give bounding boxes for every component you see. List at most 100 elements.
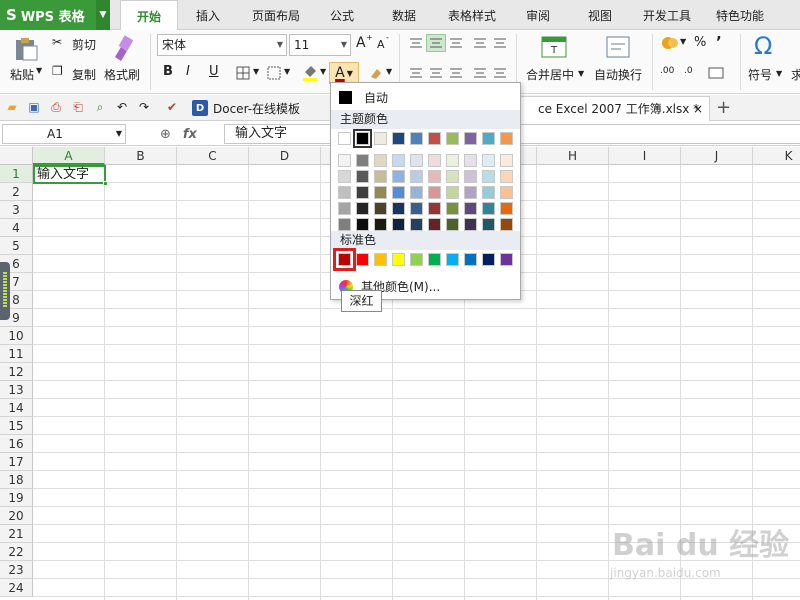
row-header-10[interactable]: 10 [0, 327, 33, 345]
theme-shade-swatch[interactable] [374, 218, 387, 231]
row-header-20[interactable]: 20 [0, 507, 33, 525]
theme-shade-swatch[interactable] [482, 186, 495, 199]
tab-docer[interactable]: D Docer-在线模板 [186, 96, 306, 120]
align-top-icon[interactable] [406, 34, 426, 52]
theme-shade-swatch[interactable] [356, 186, 369, 199]
column-header-j[interactable]: J [681, 147, 753, 165]
align-left-icon[interactable] [406, 64, 426, 82]
theme-shade-swatch[interactable] [392, 202, 405, 215]
theme-shade-swatch[interactable] [446, 170, 459, 183]
theme-shade-swatch[interactable] [338, 218, 351, 231]
theme-shade-swatch[interactable] [356, 202, 369, 215]
theme-shade-swatch[interactable] [464, 186, 477, 199]
column-header-c[interactable]: C [177, 147, 249, 165]
open-folder-icon[interactable]: ▰ [4, 99, 20, 115]
theme-color-swatch[interactable] [392, 132, 405, 145]
tab-3[interactable]: 公式 [330, 0, 354, 30]
row-header-5[interactable]: 5 [0, 237, 33, 255]
align-right-icon[interactable] [446, 64, 466, 82]
theme-color-swatch[interactable] [353, 129, 372, 148]
column-header-k[interactable]: K [753, 147, 800, 165]
active-cell-a1[interactable]: 输入文字 [33, 165, 108, 186]
font-color-button[interactable]: A ▼ [329, 62, 359, 84]
border-icon[interactable] [233, 64, 253, 82]
theme-shade-swatch[interactable] [374, 170, 387, 183]
symbol-button[interactable]: 符号 [748, 66, 772, 83]
theme-shade-swatch[interactable] [338, 202, 351, 215]
tab-2[interactable]: 页面布局 [252, 0, 300, 30]
theme-color-swatch[interactable] [374, 132, 387, 145]
theme-shade-swatch[interactable] [482, 170, 495, 183]
tab-5[interactable]: 表格样式 [448, 0, 496, 30]
theme-shade-swatch[interactable] [500, 218, 513, 231]
chevron-down-icon[interactable]: ▼ [284, 67, 290, 76]
theme-shade-swatch[interactable] [374, 186, 387, 199]
theme-shade-swatch[interactable] [482, 218, 495, 231]
side-panel-handle[interactable] [0, 262, 10, 320]
theme-color-swatch[interactable] [338, 132, 351, 145]
row-header-23[interactable]: 23 [0, 561, 33, 579]
theme-shade-swatch[interactable] [464, 154, 477, 167]
theme-shade-swatch[interactable] [410, 170, 423, 183]
theme-shade-swatch[interactable] [338, 170, 351, 183]
wrap-text-icon[interactable] [604, 34, 632, 60]
column-header-b[interactable]: B [105, 147, 177, 165]
theme-shade-swatch[interactable] [428, 186, 441, 199]
theme-shade-swatch[interactable] [428, 170, 441, 183]
row-header-14[interactable]: 14 [0, 399, 33, 417]
merge-center-button[interactable]: 合并居中 [526, 66, 574, 83]
standard-color-swatch[interactable] [428, 253, 441, 266]
tab-8[interactable]: 开发工具 [643, 0, 691, 30]
standard-color-dark-red[interactable] [333, 248, 356, 271]
theme-shade-swatch[interactable] [356, 170, 369, 183]
paste-label[interactable]: 粘贴 [10, 66, 34, 83]
theme-shade-swatch[interactable] [428, 154, 441, 167]
theme-shade-swatch[interactable] [410, 202, 423, 215]
chevron-down-icon[interactable]: ▼ [96, 0, 110, 30]
font-name-select[interactable]: 宋体 ▼ [157, 34, 287, 56]
tab-7[interactable]: 视图 [588, 0, 612, 30]
fx-icon[interactable]: fx [183, 127, 197, 142]
redo-icon[interactable]: ↷ [136, 99, 152, 115]
standard-color-swatch[interactable] [500, 253, 513, 266]
merge-center-icon[interactable]: T [540, 34, 568, 60]
omega-icon[interactable]: Ω [754, 32, 772, 60]
theme-shade-swatch[interactable] [428, 218, 441, 231]
theme-shade-swatch[interactable] [500, 202, 513, 215]
align-middle-icon[interactable] [426, 34, 446, 52]
standard-color-swatch[interactable] [464, 253, 477, 266]
row-header-22[interactable]: 22 [0, 543, 33, 561]
increase-font-button[interactable]: A [356, 35, 366, 51]
row-header-12[interactable]: 12 [0, 363, 33, 381]
column-header-d[interactable]: D [249, 147, 321, 165]
brush-icon[interactable] [110, 34, 134, 62]
theme-shade-swatch[interactable] [500, 186, 513, 199]
decrease-indent-icon[interactable] [470, 34, 490, 52]
thousands-button[interactable]: ’ [716, 33, 722, 51]
paste-dropdown-icon[interactable]: ▼ [36, 66, 42, 75]
row-header-3[interactable]: 3 [0, 201, 33, 219]
column-header-a[interactable]: A [33, 147, 105, 165]
percent-button[interactable]: % [694, 35, 706, 50]
theme-shade-swatch[interactable] [428, 202, 441, 215]
theme-color-swatch[interactable] [446, 132, 459, 145]
row-header-16[interactable]: 16 [0, 435, 33, 453]
theme-color-swatch[interactable] [464, 132, 477, 145]
print-icon[interactable]: ⎗ [70, 99, 86, 115]
cell-style-icon[interactable] [264, 64, 284, 82]
chevron-down-icon[interactable]: ▼ [386, 67, 392, 76]
align-center-icon[interactable] [426, 64, 446, 82]
save-icon[interactable]: ▣ [26, 99, 42, 115]
number-format-icon[interactable] [706, 64, 726, 82]
increase-indent-icon[interactable] [490, 34, 510, 52]
theme-shade-swatch[interactable] [446, 186, 459, 199]
standard-color-swatch[interactable] [356, 253, 369, 266]
theme-shade-swatch[interactable] [392, 218, 405, 231]
auto-color-option[interactable]: 自动 [331, 86, 520, 108]
tab-4[interactable]: 数据 [392, 0, 416, 30]
clear-format-icon[interactable] [366, 64, 386, 82]
currency-icon[interactable] [660, 34, 680, 52]
chevron-down-icon[interactable]: ▼ [320, 67, 326, 76]
customize-icon[interactable]: ✔ [164, 99, 180, 115]
align-bottom-icon[interactable] [446, 34, 466, 52]
